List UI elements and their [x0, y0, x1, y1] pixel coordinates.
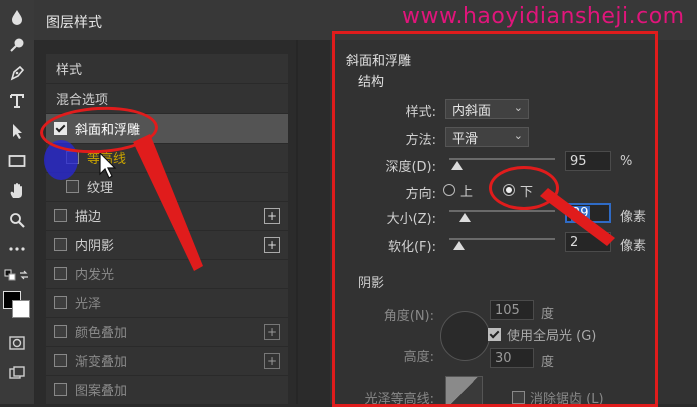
- annotation-arrows: [133, 134, 615, 271]
